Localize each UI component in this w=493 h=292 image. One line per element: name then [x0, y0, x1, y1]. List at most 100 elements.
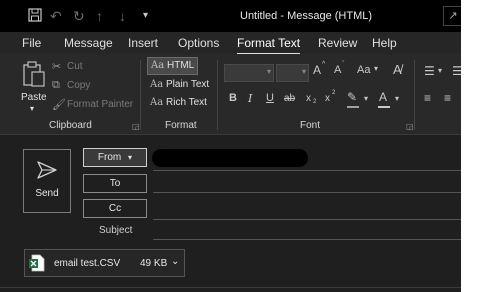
bullets-icon[interactable]: ☰ [424, 64, 435, 78]
redo-icon[interactable]: ↻ [73, 8, 85, 24]
highlight-icon[interactable]: ✎ [347, 90, 357, 104]
undo-icon[interactable]: ↶ [50, 8, 62, 24]
align-center-icon[interactable]: ≡ [444, 91, 451, 105]
compose-area: Send From ▾ To Cc Subject email test.CSV… [0, 135, 461, 292]
attachment-options-chevron-icon[interactable]: ⌄ [171, 256, 179, 267]
format-plain-text-button[interactable]: Plain Text [166, 79, 209, 90]
font-color-bar [378, 106, 390, 108]
send-button[interactable]: Send [23, 149, 71, 213]
tab-options[interactable]: Options [178, 36, 219, 50]
format-html-button[interactable]: Aa HTML [147, 57, 198, 75]
paste-button[interactable]: Paste ▾ [18, 58, 50, 114]
font-size-box[interactable]: ▾ [276, 64, 309, 82]
subject-label: Subject [99, 225, 133, 236]
attachment-name: email test.CSV [54, 258, 121, 269]
from-label: From [97, 152, 122, 163]
compose-bottom-divider [0, 287, 461, 288]
customize-toolbar-icon[interactable]: ▾ [143, 8, 148, 24]
send-icon [37, 161, 57, 179]
chevron-down-icon[interactable]: ▾ [438, 66, 442, 75]
font-name-box[interactable]: ▾ [224, 64, 274, 82]
group-divider [217, 60, 218, 130]
ribbon: Paste ▾ ✂ Cut ⧉ Copy 🖌 Format Painter Cl… [0, 54, 461, 135]
caret-up-icon: ^ [322, 61, 326, 68]
tab-review[interactable]: Review [318, 36, 357, 50]
ribbon-tabs: File Message Insert Options Format Text … [0, 32, 461, 55]
attachment-size: 49 KB [140, 258, 168, 269]
align-left-icon[interactable]: ≡ [424, 91, 431, 105]
format-rich-text-button[interactable]: Rich Text [166, 97, 207, 108]
attachment-chip[interactable]: email test.CSV 49 KB ⌄ [24, 249, 185, 277]
clear-formatting-icon[interactable]: A̸ [393, 62, 402, 77]
shrink-font-icon[interactable]: A [334, 64, 341, 76]
tab-help[interactable]: Help [372, 36, 397, 50]
from-divider [153, 170, 461, 171]
superscript-mark: 2 [332, 90, 336, 96]
window-title: Untitled - Message (HTML) [240, 10, 373, 22]
copy-button[interactable]: Copy [67, 80, 90, 91]
outside-window-area [461, 0, 493, 292]
tab-format-text[interactable]: Format Text [237, 36, 301, 55]
highlight-color-bar [347, 106, 359, 108]
tab-file[interactable]: File [22, 36, 41, 50]
ribbon-display-options-icon[interactable]: ↗ [443, 6, 461, 26]
superscript-x: x [325, 93, 330, 104]
copy-icon: ⧉ [52, 79, 60, 91]
chevron-down-icon[interactable]: ▾ [364, 94, 368, 103]
title-bar: ↶ ↻ ↑ ↓ ▾ Untitled - Message (HTML) ↗ [0, 0, 461, 32]
format-painter-icon: 🖌 [52, 99, 66, 111]
clipboard-icon [23, 61, 45, 87]
chevron-down-icon: ▾ [301, 67, 306, 76]
outlook-window: ↶ ↻ ↑ ↓ ▾ Untitled - Message (HTML) ↗ Fi… [0, 0, 461, 292]
cc-label: Cc [108, 203, 122, 214]
subscript-mark: 2 [313, 99, 317, 105]
aa-icon: Aa [151, 60, 165, 71]
chevron-down-icon[interactable]: ▾ [395, 94, 399, 103]
format-html-label: HTML [167, 60, 195, 71]
cut-icon: ✂ [52, 61, 62, 73]
redacted-from-address [152, 149, 308, 167]
format-painter-button[interactable]: Format Painter [67, 99, 133, 110]
underline-button[interactable]: U [266, 92, 274, 104]
numbering-icon[interactable]: ☰ [452, 64, 461, 78]
arrow-down-icon[interactable]: ↓ [119, 8, 126, 24]
group-divider [140, 60, 141, 130]
strikethrough-button[interactable]: ab [284, 93, 295, 104]
aa-icon: Aa [150, 97, 164, 108]
cut-button[interactable]: Cut [67, 61, 83, 72]
font-group-label: Font [300, 120, 321, 131]
to-field[interactable] [153, 192, 461, 193]
paste-dropdown-icon[interactable]: ▾ [30, 104, 34, 113]
font-launcher-icon[interactable]: ◲ [406, 122, 414, 131]
superscript-button[interactable]: x 2 [325, 90, 339, 108]
cc-button[interactable]: Cc [83, 199, 147, 218]
arrow-up-icon[interactable]: ↑ [96, 8, 103, 24]
bold-button[interactable]: B [229, 92, 237, 104]
aa-icon: Aa [150, 79, 164, 90]
tab-insert[interactable]: Insert [128, 36, 158, 50]
excel-file-icon [29, 254, 45, 272]
clipboard-launcher-icon[interactable]: ◲ [132, 122, 140, 131]
paste-label: Paste [21, 92, 47, 103]
from-button[interactable]: From ▾ [83, 148, 147, 167]
chevron-down-icon: ▾ [374, 64, 379, 73]
to-button[interactable]: To [83, 174, 147, 193]
caret-down-icon: ˇ [342, 61, 345, 68]
group-divider [414, 60, 415, 130]
font-color-button[interactable]: A [379, 90, 387, 104]
cc-field[interactable] [153, 219, 461, 220]
chevron-down-icon: ▾ [128, 153, 133, 162]
to-label: To [109, 178, 121, 189]
subject-field[interactable] [153, 239, 461, 240]
clipboard-group-label: Clipboard [49, 120, 92, 131]
italic-button[interactable]: I [248, 92, 252, 105]
tab-message[interactable]: Message [64, 36, 113, 50]
format-group-label: Format [165, 120, 197, 131]
subscript-x: x [306, 93, 311, 104]
send-label: Send [35, 188, 59, 199]
change-case-button[interactable]: Aa [357, 64, 370, 76]
chevron-down-icon: ▾ [266, 67, 271, 76]
grow-font-icon[interactable]: A [313, 63, 321, 77]
subscript-button[interactable]: x 2 [306, 92, 320, 108]
save-icon[interactable] [28, 8, 42, 25]
